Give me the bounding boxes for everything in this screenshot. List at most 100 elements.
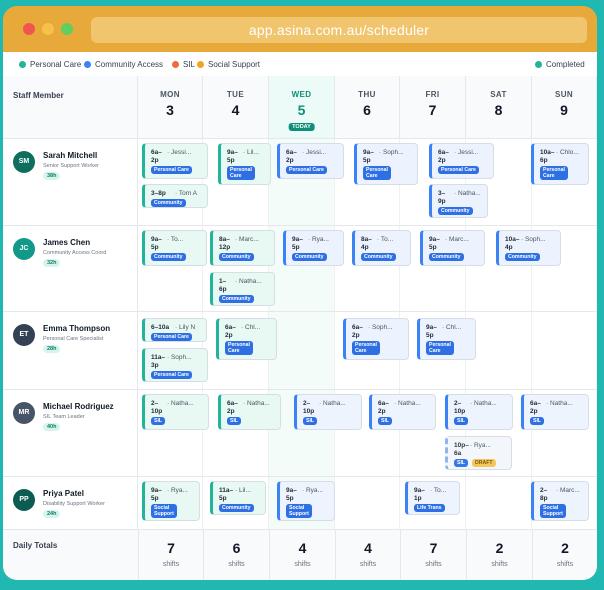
hours-badge: 24h	[43, 510, 61, 518]
day-date: 8	[494, 102, 503, 118]
day-header-fri[interactable]: FRI 7	[400, 76, 466, 139]
shift-card[interactable]: 9a– 5p · Rya... Social Support	[277, 481, 335, 521]
legend-item[interactable]: Social Support	[197, 59, 260, 69]
shift-time: 9a– 1p	[414, 487, 425, 502]
shift-card[interactable]: 9a– 5p · Chl... Personal Care	[417, 318, 476, 360]
shift-card[interactable]: 6a– 2p · Jessi... Personal Care	[142, 143, 208, 179]
shift-service-tag: Personal Care	[363, 166, 391, 180]
daily-total-cell: 2 shifts	[466, 530, 532, 580]
shift-card[interactable]: 11a– 3p · Soph... Personal Care	[142, 348, 208, 382]
daily-total-count: 2	[561, 540, 569, 556]
shift-time: 2– 10p	[454, 400, 466, 415]
close-window-button[interactable]	[23, 23, 35, 35]
staff-name: Michael Rodriguez	[43, 402, 114, 411]
day-header-thu[interactable]: THU 6	[335, 76, 400, 139]
schedule-cell[interactable]	[466, 477, 532, 529]
shift-client: · Jessi...	[302, 149, 327, 156]
shift-card[interactable]: 9a– 5p · Marc... Community	[420, 230, 485, 266]
shift-card[interactable]: 9a– 5p · Rya... Social Support	[142, 481, 200, 521]
staff-info[interactable]: MR Michael Rodriguez SIL Team Leader 40h	[3, 390, 138, 476]
shift-service-tag: Community	[151, 199, 186, 207]
legend-completed[interactable]: Completed	[535, 59, 585, 69]
minimize-window-button[interactable]	[42, 23, 54, 35]
avatar: JC	[13, 238, 35, 260]
shift-card[interactable]: 2– 10p · Natha... SIL	[445, 394, 513, 430]
shift-time: 8a– 12p	[219, 236, 231, 251]
shift-card[interactable]: 6a– 2p · Soph... Personal Care	[343, 318, 409, 360]
shift-card[interactable]: 10p– 6a · Rya... SIL DRAFT	[445, 436, 512, 470]
shift-client: · Natha...	[546, 400, 573, 407]
shift-time: 10p– 6a	[454, 442, 469, 457]
shift-client: · To...	[167, 236, 184, 243]
shift-card[interactable]: 10a– 4p · Soph... Community	[496, 230, 561, 266]
shift-card[interactable]: 3–8p · Tom A Community	[142, 184, 208, 208]
shift-service-tag: Personal Care	[352, 341, 380, 355]
shift-client: · Soph...	[379, 149, 404, 156]
day-header-sat[interactable]: SAT 8	[466, 76, 532, 139]
shift-time: 9a– 5p	[429, 236, 440, 251]
staff-role: SIL Team Leader	[43, 414, 85, 420]
completed-swatch	[535, 60, 542, 68]
shift-service-tag: Community	[219, 504, 254, 512]
shift-card[interactable]: 11a– 5p · Lil... Community	[210, 481, 266, 515]
staff-info[interactable]: ET Emma Thompson Personal Care Specialist 2…	[3, 312, 138, 389]
hours-badge: 40h	[43, 423, 61, 431]
shift-card[interactable]: 6a– 2p · Natha... SIL	[369, 394, 436, 430]
shift-card[interactable]: 6a– 2p · Natha... SIL	[521, 394, 589, 430]
day-header-wed[interactable]: WED 5 TODAY	[269, 76, 335, 139]
legend-label: Personal Care	[30, 59, 82, 69]
shift-card[interactable]: 8a– 4p · To... Community	[352, 230, 411, 266]
staff-column-header: Staff Member	[3, 76, 138, 139]
shift-client: · To...	[377, 236, 394, 243]
shift-card[interactable]: 6–10a · Lily N Personal Care	[142, 318, 207, 342]
staff-name: Emma Thompson	[43, 324, 111, 333]
maximize-window-button[interactable]	[61, 23, 73, 35]
shift-time: 3–8p	[151, 190, 166, 197]
staff-info[interactable]: PP Priya Patel Disability Support Worker 24…	[3, 477, 138, 529]
shift-card[interactable]: 6a– 2p · Jessi... Personal Care	[277, 143, 344, 179]
day-date: 3	[166, 102, 174, 118]
schedule-grid: Staff Member Daily Totals 7 shifts 6 shifts…	[3, 76, 597, 580]
shift-card[interactable]: 10a– 6p · Chlo... Personal Care	[531, 143, 589, 185]
shift-card[interactable]: 9a– 5p · Soph... Personal Care	[354, 143, 418, 185]
shift-client: · Marc...	[556, 487, 580, 494]
shift-service-tag: SIL	[454, 459, 469, 467]
shift-service-tag: Personal Care	[438, 166, 479, 174]
shift-card[interactable]: 6a– 2p · Jessi... Personal Care	[429, 143, 494, 179]
legend-item[interactable]: Personal Care	[19, 59, 81, 69]
shift-card[interactable]: 2– 8p · Marc... Social Support	[531, 481, 589, 521]
shift-client: · Lil...	[243, 149, 259, 156]
day-header-tue[interactable]: TUE 4	[203, 76, 269, 139]
daily-total-count: 7	[167, 540, 175, 556]
schedule-cell[interactable]	[335, 477, 400, 529]
address-bar[interactable]: app.asina.com.au/scheduler	[91, 17, 587, 43]
staff-column-label: Staff Member	[13, 91, 64, 100]
scheduler-app: Personal Care Community Access SIL Social S…	[3, 52, 597, 580]
day-header-sun[interactable]: SUN 9	[532, 76, 597, 139]
shift-card[interactable]: 2– 10p · Natha... SIL	[142, 394, 209, 430]
shift-service-tag: Community	[429, 253, 464, 261]
legend-item[interactable]: Community Access	[84, 59, 163, 69]
shift-card[interactable]: 1– 6p · Natha... Community	[210, 272, 275, 306]
shift-card[interactable]: 2– 10p · Natha... SIL	[294, 394, 362, 430]
shift-time: 2– 10p	[303, 400, 315, 415]
day-header-mon[interactable]: MON 3	[138, 76, 203, 139]
today-badge: TODAY	[288, 123, 315, 131]
schedule-cell[interactable]	[269, 312, 335, 389]
shift-card[interactable]: 9a– 5p · Lil... Personal Care	[218, 143, 271, 185]
shift-card[interactable]: 6a– 2p · Natha... SIL	[218, 394, 281, 430]
shift-card[interactable]: 8a– 12p · Marc... Community	[210, 230, 275, 266]
legend-item[interactable]: SIL	[172, 59, 195, 69]
shift-card[interactable]: 6a– 2p · Chl... Personal Care	[216, 318, 277, 360]
shift-card[interactable]: 9a– 5p · To... Community	[142, 230, 207, 266]
schedule-cell[interactable]	[532, 312, 597, 389]
staff-info[interactable]: SM Sarah Mitchell Senior Support Worker 38h	[3, 139, 138, 225]
shift-card[interactable]: 9a– 5p · Rya... Community	[283, 230, 344, 266]
shift-client: · Chlo...	[556, 149, 579, 156]
staff-info[interactable]: JC James Chen Community Access Coord 32h	[3, 226, 138, 311]
shift-card[interactable]: 9a– 1p · To... Life Trans	[405, 481, 460, 515]
shift-time: 6a– 2p	[286, 149, 297, 164]
shift-card[interactable]: 3– 9p · Natha... Community	[429, 184, 488, 218]
shift-time: 9a– 5p	[151, 487, 162, 502]
day-name: MON	[160, 90, 180, 99]
